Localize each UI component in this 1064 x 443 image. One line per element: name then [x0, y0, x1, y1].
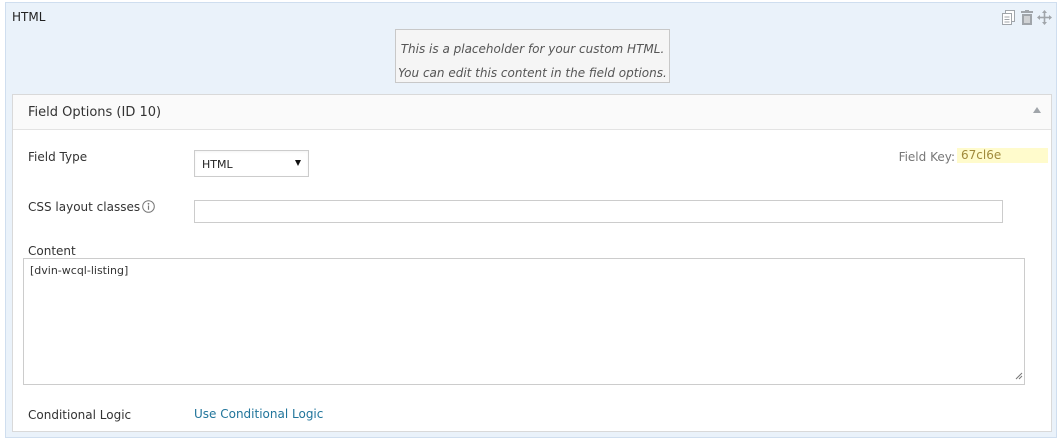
content-textarea[interactable]: [dvin-wcql-listing]: [23, 258, 1025, 385]
field-options-header[interactable]: Field Options (ID 10): [13, 95, 1051, 130]
html-field-box[interactable]: HTML This is a placeholder for your cust…: [5, 2, 1057, 438]
info-icon[interactable]: [142, 200, 155, 216]
content-text: [dvin-wcql-listing]: [30, 264, 129, 277]
field-title: HTML: [12, 10, 46, 24]
field-actions: [1001, 9, 1052, 26]
duplicate-icon[interactable]: [1001, 9, 1016, 26]
css-layout-label: CSS layout classes: [28, 200, 155, 216]
field-type-select[interactable]: HTML: [194, 150, 309, 177]
placeholder-line-2: You can edit this content in the field o…: [398, 66, 667, 80]
field-options-panel: Field Options (ID 10) Field Type HTML Fi…: [12, 94, 1052, 432]
placeholder-line-1: This is a placeholder for your custom HT…: [400, 42, 665, 56]
field-key-label: Field Key:: [898, 150, 955, 164]
trash-icon[interactable]: [1019, 9, 1034, 26]
field-type-label: Field Type: [28, 150, 88, 164]
collapse-arrow-icon[interactable]: [1033, 107, 1041, 113]
css-layout-input[interactable]: [194, 200, 1003, 223]
field-options-title: Field Options (ID 10): [28, 105, 162, 120]
field-key-value: 67cl6e: [957, 148, 1048, 163]
resize-grip-icon[interactable]: [1015, 370, 1023, 383]
content-label: Content: [28, 244, 76, 258]
conditional-logic-label: Conditional Logic: [28, 408, 132, 422]
field-type-selected: HTML: [202, 158, 233, 171]
dropdown-arrow-icon: [295, 160, 301, 166]
html-placeholder: This is a placeholder for your custom HT…: [395, 29, 670, 83]
use-conditional-logic-link[interactable]: Use Conditional Logic: [194, 407, 323, 421]
move-icon[interactable]: [1037, 9, 1052, 26]
css-layout-label-text: CSS layout classes: [28, 200, 141, 214]
